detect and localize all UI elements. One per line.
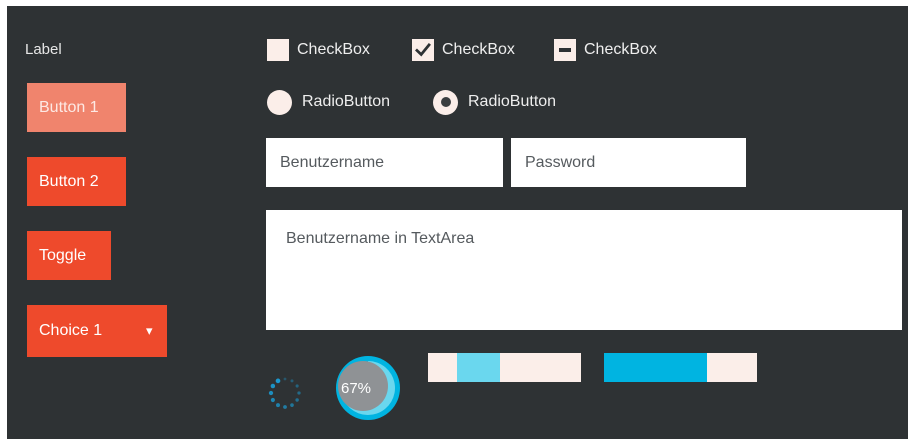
spinner-dot [283,377,287,381]
spinner-dot [297,391,301,395]
text-area[interactable]: Benutzername in TextArea [266,210,902,330]
spinner-dot [270,383,276,389]
progress-bar-2 [604,353,757,382]
spinner-dot [295,398,299,402]
username-placeholder: Benutzername [280,153,385,171]
checkbox-label: CheckBox [297,41,370,58]
textarea-text: Benutzername in TextArea [286,230,475,247]
progress-indicator: 67% [336,356,400,420]
password-placeholder: Password [525,153,596,171]
radio-circle[interactable] [267,89,292,115]
radio-label: RadioButton [468,93,557,110]
username-field[interactable]: Benutzername [266,138,503,187]
spinner-dot [268,390,274,396]
spinner-dot [283,405,287,409]
button-1[interactable]: Button 1 [27,83,126,132]
toggle-button[interactable]: Toggle [27,231,111,280]
checkbox-unchecked[interactable]: CheckBox [267,36,370,64]
checkbox-indeterminate[interactable]: CheckBox [554,36,657,64]
choice-box[interactable]: Choice 1 ▾ [27,305,167,357]
checkbox-checked[interactable]: CheckBox [412,36,515,64]
radio-circle[interactable] [433,89,458,115]
spinner-dot [290,403,294,407]
radio-label: RadioButton [302,93,391,110]
progress-bar-2-fill [604,353,707,382]
chevron-down-icon: ▾ [146,323,153,338]
checkbox-box[interactable] [412,39,434,61]
progress-bar-1 [428,353,581,382]
progress-indicator-label: 67% [341,380,371,397]
progress-bar-1-primary-fill [428,353,458,382]
choice-value: Choice 1 [39,322,103,339]
password-field[interactable]: Password [511,138,746,187]
checkbox-label: CheckBox [442,41,515,58]
radio-button-selected[interactable]: RadioButton [433,88,556,116]
checkmark-icon [415,43,431,57]
spinner-icon [268,377,301,409]
minus-icon [559,48,571,52]
radio-selected-dot [440,97,451,107]
spinner-dot [276,403,280,408]
spinner-dot [290,379,294,383]
checkbox-box[interactable] [554,39,576,61]
spinner-dot [270,397,275,403]
checkbox-label: CheckBox [584,41,657,58]
spinner-dot [275,378,281,384]
button-2[interactable]: Button 2 [27,157,126,206]
radio-button-unselected[interactable]: RadioButton [267,88,390,116]
checkbox-box[interactable] [267,39,289,61]
label: Label [25,41,62,58]
spinner-dot [295,384,299,388]
